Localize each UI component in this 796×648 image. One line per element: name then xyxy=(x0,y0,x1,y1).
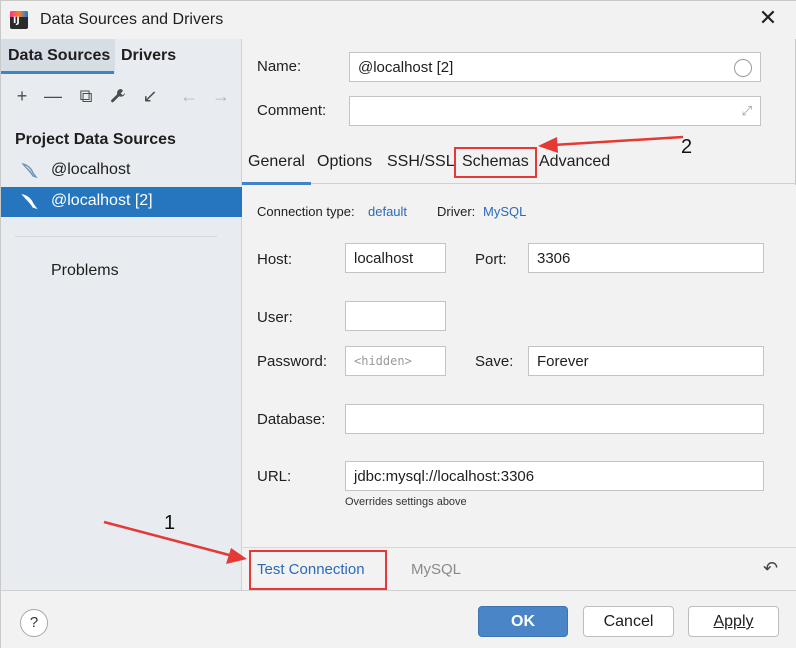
tab-ssh-ssl[interactable]: SSH/SSL xyxy=(387,153,455,171)
host-field[interactable]: localhost xyxy=(345,243,446,273)
host-label: Host: xyxy=(257,251,293,268)
left-tabs: Data Sources Drivers xyxy=(0,39,242,74)
port-label: Port: xyxy=(475,251,507,268)
back-arrow-icon[interactable]: ← xyxy=(178,83,200,109)
database-label: Database: xyxy=(257,411,326,428)
tab-options[interactable]: Options xyxy=(317,153,372,171)
name-field[interactable]: @localhost [2] xyxy=(349,52,761,82)
expand-icon[interactable]: ⤢ xyxy=(742,103,752,119)
left-panel: Data Sources Drivers + — ⧉ ↙ ← → Project… xyxy=(0,39,242,590)
mysql-driver-link[interactable]: MySQL xyxy=(411,561,461,578)
left-toolbar: + — ⧉ ↙ ← → xyxy=(1,83,242,111)
port-value: 3306 xyxy=(537,249,571,267)
user-field[interactable] xyxy=(345,301,446,331)
add-icon[interactable]: + xyxy=(11,83,33,109)
name-label: Name: xyxy=(257,58,302,75)
intellij-app-icon xyxy=(10,11,28,29)
apply-button[interactable]: Apply xyxy=(688,606,779,637)
datasource-item[interactable]: @localhost xyxy=(1,156,242,186)
forward-arrow-icon[interactable]: → xyxy=(210,83,232,109)
annotation-box-test-connection xyxy=(249,550,387,590)
tab-advanced[interactable]: Advanced xyxy=(539,153,610,171)
tab-drivers[interactable]: Drivers xyxy=(121,47,176,65)
cancel-button[interactable]: Cancel xyxy=(583,606,674,637)
wrench-icon[interactable] xyxy=(107,83,129,109)
password-placeholder: <hidden> xyxy=(354,354,412,368)
comment-field[interactable]: ⤢ xyxy=(349,96,761,126)
tab-data-sources[interactable]: Data Sources xyxy=(0,47,115,74)
annotation-number-1: 1 xyxy=(164,512,176,534)
remove-icon[interactable]: — xyxy=(42,83,64,109)
url-hint: Overrides settings above xyxy=(345,496,467,508)
window-title: Data Sources and Drivers xyxy=(40,11,224,28)
save-select[interactable]: Forever xyxy=(528,346,764,376)
save-label: Save: xyxy=(475,353,514,370)
dialog-window: Data Sources and Drivers ✕ Data Sources … xyxy=(0,0,796,648)
host-value: localhost xyxy=(354,249,414,267)
annotation-box-schemas xyxy=(454,147,537,178)
url-label: URL: xyxy=(257,468,292,485)
section-project-data-sources: Project Data Sources xyxy=(15,131,176,148)
driver-label: Driver: xyxy=(437,204,476,219)
import-icon[interactable]: ↙ xyxy=(139,83,161,109)
datasource-label: @localhost xyxy=(51,161,131,178)
revert-icon[interactable]: ↶ xyxy=(763,558,778,579)
datasource-item-selected[interactable]: @localhost [2] xyxy=(1,187,242,217)
ok-button[interactable]: OK xyxy=(478,606,568,637)
annotation-number-2: 2 xyxy=(681,136,693,158)
name-value: @localhost [2] xyxy=(358,58,454,76)
user-label: User: xyxy=(257,309,293,326)
mysql-dolphin-icon xyxy=(21,193,39,211)
database-field[interactable] xyxy=(345,404,764,434)
url-value: jdbc:mysql://localhost:3306 xyxy=(354,467,535,485)
password-label: Password: xyxy=(257,353,328,370)
password-field[interactable]: <hidden> xyxy=(345,346,446,376)
title-bar: Data Sources and Drivers ✕ xyxy=(1,1,796,39)
driver-link[interactable]: MySQL xyxy=(483,204,526,219)
scrollbar[interactable] xyxy=(787,185,796,547)
save-value: Forever xyxy=(537,352,589,370)
copy-icon[interactable]: ⧉ xyxy=(75,83,97,109)
problems-item[interactable]: Problems xyxy=(51,262,119,280)
datasource-label: @localhost [2] xyxy=(51,192,153,209)
close-icon[interactable]: ✕ xyxy=(756,7,780,31)
port-field[interactable]: 3306 xyxy=(528,243,764,273)
help-icon[interactable]: ? xyxy=(20,609,48,637)
connection-type-link[interactable]: default xyxy=(368,204,407,219)
comment-label: Comment: xyxy=(257,102,327,119)
divider xyxy=(15,236,217,237)
connection-type-label: Connection type: xyxy=(257,204,355,219)
tab-general[interactable]: General xyxy=(242,153,311,185)
color-circle-icon[interactable] xyxy=(734,59,752,77)
mysql-dolphin-icon xyxy=(21,162,39,180)
footer xyxy=(1,590,796,648)
url-field[interactable]: jdbc:mysql://localhost:3306 xyxy=(345,461,764,491)
